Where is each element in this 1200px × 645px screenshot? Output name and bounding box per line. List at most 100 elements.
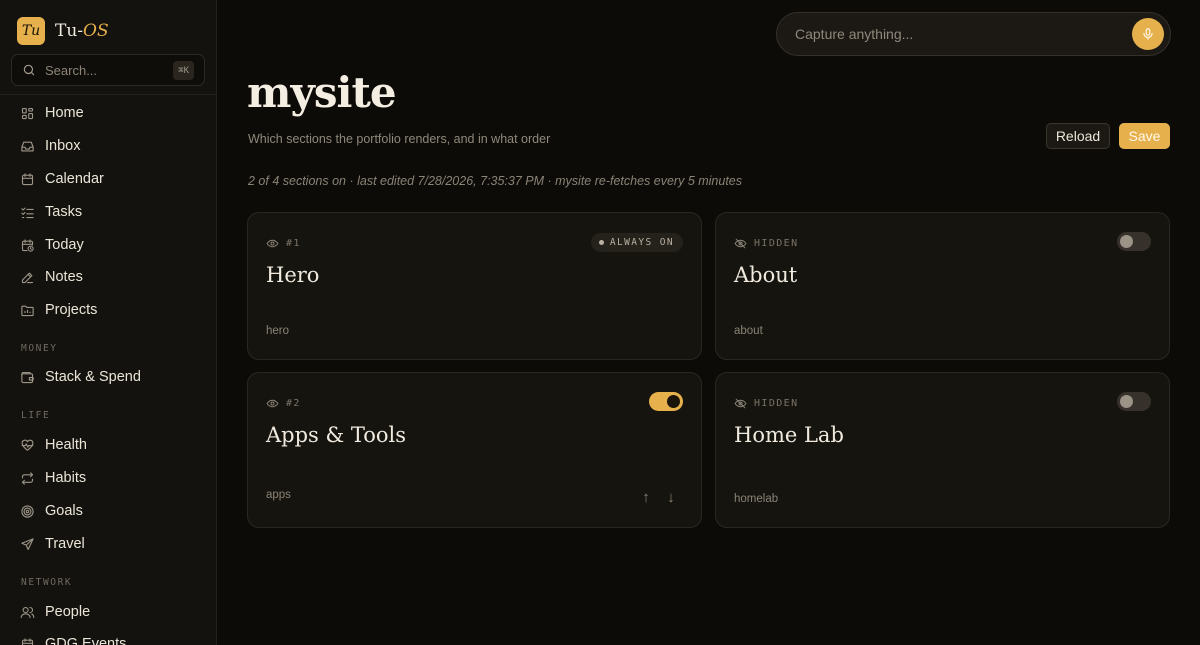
section-slug: apps	[266, 489, 291, 501]
toggle-knob	[1120, 235, 1133, 248]
sidebar-item-label: Home	[45, 105, 84, 121]
always-on-badge: ALWAYS ON	[590, 233, 683, 252]
visibility-toggle[interactable]	[1117, 392, 1151, 411]
sidebar-item-calendar[interactable]: Calendar	[20, 168, 104, 190]
section-heading-network: NETWORK	[21, 577, 73, 588]
section-slug: hero	[266, 325, 290, 337]
toggle-knob	[1120, 395, 1133, 408]
sidebar-item-label: Today	[45, 237, 84, 253]
capture-input[interactable]: Capture anything...	[776, 12, 1171, 56]
eye-off-icon	[734, 398, 747, 408]
brand-name: Tu-OS	[55, 21, 109, 41]
toggle-knob	[667, 395, 680, 408]
sidebar-item-gdg-events[interactable]: GDG Events	[20, 633, 126, 645]
section-slug: homelab	[734, 493, 779, 505]
section-order: HIDDEN	[754, 397, 799, 409]
target-icon	[21, 504, 34, 518]
capture-placeholder: Capture anything...	[795, 26, 914, 42]
section-title: About	[734, 263, 798, 287]
card-meta: HIDDEN	[734, 396, 799, 410]
search-shortcut-hint: ⌘K	[173, 61, 194, 80]
plane-icon	[21, 537, 34, 550]
sidebar-item-travel[interactable]: Travel	[20, 533, 85, 555]
eye-off-icon	[734, 238, 747, 248]
sidebar-divider	[0, 94, 216, 95]
sidebar-item-notes[interactable]: Notes	[20, 266, 83, 288]
microphone-button[interactable]	[1132, 18, 1164, 50]
sidebar-item-label: Notes	[45, 269, 83, 285]
sidebar-item-home[interactable]: Home	[20, 102, 84, 124]
status-line: 2 of 4 sections on · last edited 7/28/20…	[248, 174, 743, 188]
checklist-icon	[21, 207, 34, 218]
badge-dot	[598, 240, 604, 245]
card-meta: #2	[266, 396, 301, 410]
sidebar-search-input[interactable]: Search... ⌘K	[11, 54, 205, 86]
section-card-about[interactable]: HIDDEN About about	[715, 212, 1170, 360]
sidebar-item-inbox[interactable]: Inbox	[20, 135, 80, 157]
eye-icon	[266, 399, 279, 407]
sidebar-item-goals[interactable]: Goals	[20, 500, 83, 522]
search-placeholder: Search...	[45, 62, 98, 78]
sidebar-item-label: Tasks	[45, 204, 83, 220]
sidebar-item-label: Projects	[45, 302, 98, 318]
section-order: #1	[286, 237, 301, 249]
brand-name-prefix: Tu-	[55, 21, 84, 41]
microphone-icon	[1143, 28, 1153, 40]
brand-name-accent: OS	[83, 21, 109, 41]
section-title: Apps & Tools	[266, 423, 407, 447]
card-meta: HIDDEN	[734, 236, 799, 250]
calendar-icon	[21, 637, 34, 645]
section-card-hero[interactable]: #1 ALWAYS ON Hero hero	[247, 212, 702, 360]
section-order: #2	[286, 397, 301, 409]
section-card-apps[interactable]: #2 Apps & Tools apps ↑ ↓	[247, 372, 702, 528]
sidebar-item-stack-spend[interactable]: Stack & Spend	[20, 366, 141, 388]
section-heading-money: MONEY	[21, 343, 58, 354]
calendar-icon	[21, 172, 34, 185]
wallet-icon	[21, 371, 34, 383]
sidebar-item-label: Goals	[45, 503, 83, 519]
eye-icon	[266, 239, 279, 247]
grid-icon	[21, 107, 34, 119]
sidebar-item-label: Calendar	[45, 171, 104, 187]
sidebar-item-habits[interactable]: Habits	[20, 467, 86, 489]
card-meta: #1	[266, 236, 301, 250]
section-card-homelab[interactable]: HIDDEN Home Lab homelab	[715, 372, 1170, 528]
page-title: mysite	[247, 68, 397, 117]
sidebar-item-health[interactable]: Health	[20, 434, 87, 456]
sidebar-item-projects[interactable]: Projects	[20, 299, 97, 321]
page-subtitle: Which sections the portfolio renders, an…	[248, 132, 551, 146]
users-icon	[20, 606, 35, 618]
section-title: Hero	[266, 263, 320, 287]
sidebar-item-today[interactable]: Today	[20, 234, 84, 256]
reload-button[interactable]: Reload	[1046, 123, 1110, 149]
move-up-button[interactable]: ↑	[640, 489, 652, 506]
search-icon	[23, 64, 35, 76]
section-slug: about	[734, 325, 763, 337]
sidebar-item-people[interactable]: People	[20, 601, 90, 623]
section-heading-life: LIFE	[21, 410, 51, 421]
pencil-icon	[21, 272, 34, 283]
sidebar-item-label: Inbox	[45, 138, 81, 154]
inbox-icon	[21, 141, 34, 151]
folder-icon	[21, 305, 34, 316]
brand-logo: Tu	[17, 17, 45, 45]
app-root: Tu Tu-OS Search... ⌘K Home Inbox Calenda…	[0, 0, 1200, 645]
section-order: HIDDEN	[754, 237, 799, 249]
calendar-clock-icon	[21, 238, 34, 252]
sidebar-item-label: Health	[45, 437, 87, 453]
brand[interactable]: Tu Tu-OS	[17, 17, 109, 45]
visibility-toggle[interactable]	[1117, 232, 1151, 251]
badge-label: ALWAYS ON	[609, 237, 674, 248]
sidebar-item-label: Travel	[45, 536, 85, 552]
save-button[interactable]: Save	[1119, 123, 1170, 149]
visibility-toggle[interactable]	[649, 392, 683, 411]
sidebar-item-label: GDG Events	[45, 636, 127, 645]
sidebar-item-label: People	[45, 604, 91, 620]
repeat-icon	[21, 471, 34, 485]
move-down-button[interactable]: ↓	[665, 489, 677, 506]
sidebar-item-label: Stack & Spend	[45, 369, 141, 385]
sidebar: Tu Tu-OS Search... ⌘K Home Inbox Calenda…	[0, 0, 217, 645]
sidebar-item-tasks[interactable]: Tasks	[20, 201, 82, 223]
heart-pulse-icon	[21, 439, 34, 451]
sidebar-item-label: Habits	[45, 470, 87, 486]
